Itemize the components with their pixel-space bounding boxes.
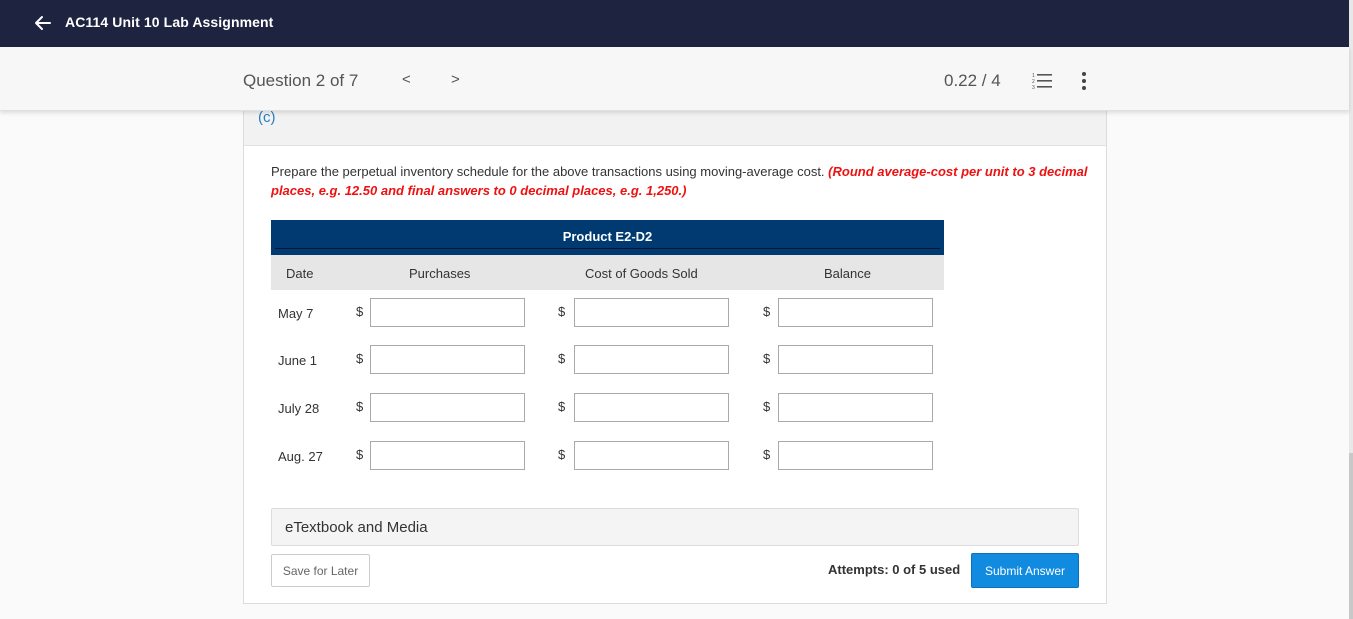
balance-input[interactable]: [778, 393, 933, 422]
part-header: (c): [244, 109, 1106, 146]
etextbook-label: eTextbook and Media: [285, 519, 428, 536]
part-label: (c): [258, 109, 276, 126]
table-title: Product E2-D2: [562, 229, 653, 244]
assignment-title: AC114 Unit 10 Lab Assignment: [65, 14, 274, 30]
column-headers: Date Purchases Cost of Goods Sold Balanc…: [271, 255, 944, 290]
purchases-input[interactable]: [370, 298, 525, 327]
currency-symbol: $: [763, 351, 771, 366]
balance-input[interactable]: [778, 345, 933, 374]
more-vertical-icon[interactable]: [1079, 71, 1089, 91]
currency-symbol: $: [356, 351, 364, 366]
currency-symbol: $: [558, 447, 566, 462]
column-header-balance: Balance: [824, 266, 871, 281]
cogs-input[interactable]: [574, 441, 729, 470]
table-title-bar: Product E2-D2: [271, 220, 944, 255]
balance-input[interactable]: [778, 441, 933, 470]
instructions: Prepare the perpetual inventory schedule…: [271, 162, 1091, 200]
title-divider: [275, 248, 940, 249]
column-header-cogs: Cost of Goods Sold: [585, 266, 698, 281]
balance-input[interactable]: [778, 298, 933, 327]
cogs-input[interactable]: [574, 345, 729, 374]
row-date: Aug. 27: [278, 449, 323, 464]
question-nav-bar: Question 2 of 7 < > 0.22 / 4 1 2 3: [0, 47, 1349, 111]
currency-symbol: $: [356, 304, 364, 319]
attempts-counter: Attempts: 0 of 5 used: [828, 562, 961, 577]
arrow-left-icon[interactable]: [33, 13, 53, 33]
cogs-input[interactable]: [574, 393, 729, 422]
svg-text:3: 3: [1032, 85, 1035, 90]
question-counter: Question 2 of 7: [243, 71, 359, 90]
row-date: May 7: [278, 306, 314, 321]
currency-symbol: $: [558, 304, 566, 319]
save-for-later-button[interactable]: Save for Later: [271, 554, 370, 587]
top-app-bar: AC114 Unit 10 Lab Assignment: [0, 0, 1349, 47]
cogs-input[interactable]: [574, 298, 729, 327]
column-header-date: Date: [286, 266, 314, 281]
previous-question-button[interactable]: <: [402, 71, 411, 88]
row-date: July 28: [278, 401, 320, 416]
currency-symbol: $: [558, 399, 566, 414]
next-question-button[interactable]: >: [451, 71, 460, 88]
etextbook-media-panel[interactable]: eTextbook and Media: [271, 508, 1079, 546]
score-display: 0.22 / 4: [944, 71, 1001, 90]
purchases-input[interactable]: [370, 345, 525, 374]
scrollbar-thumb[interactable]: [1349, 453, 1353, 619]
instructions-text: Prepare the perpetual inventory schedule…: [271, 164, 829, 179]
purchases-input[interactable]: [370, 393, 525, 422]
currency-symbol: $: [763, 304, 771, 319]
currency-symbol: $: [763, 447, 771, 462]
currency-symbol: $: [763, 399, 771, 414]
row-date: June 1: [278, 353, 318, 368]
column-header-purchases: Purchases: [409, 266, 471, 281]
purchases-input[interactable]: [370, 441, 525, 470]
currency-symbol: $: [356, 447, 364, 462]
numbered-list-icon[interactable]: 1 2 3: [1032, 72, 1052, 90]
currency-symbol: $: [356, 399, 364, 414]
submit-answer-button[interactable]: Submit Answer: [971, 553, 1079, 588]
question-card: (c) Prepare the perpetual inventory sche…: [243, 109, 1107, 604]
currency-symbol: $: [558, 351, 566, 366]
